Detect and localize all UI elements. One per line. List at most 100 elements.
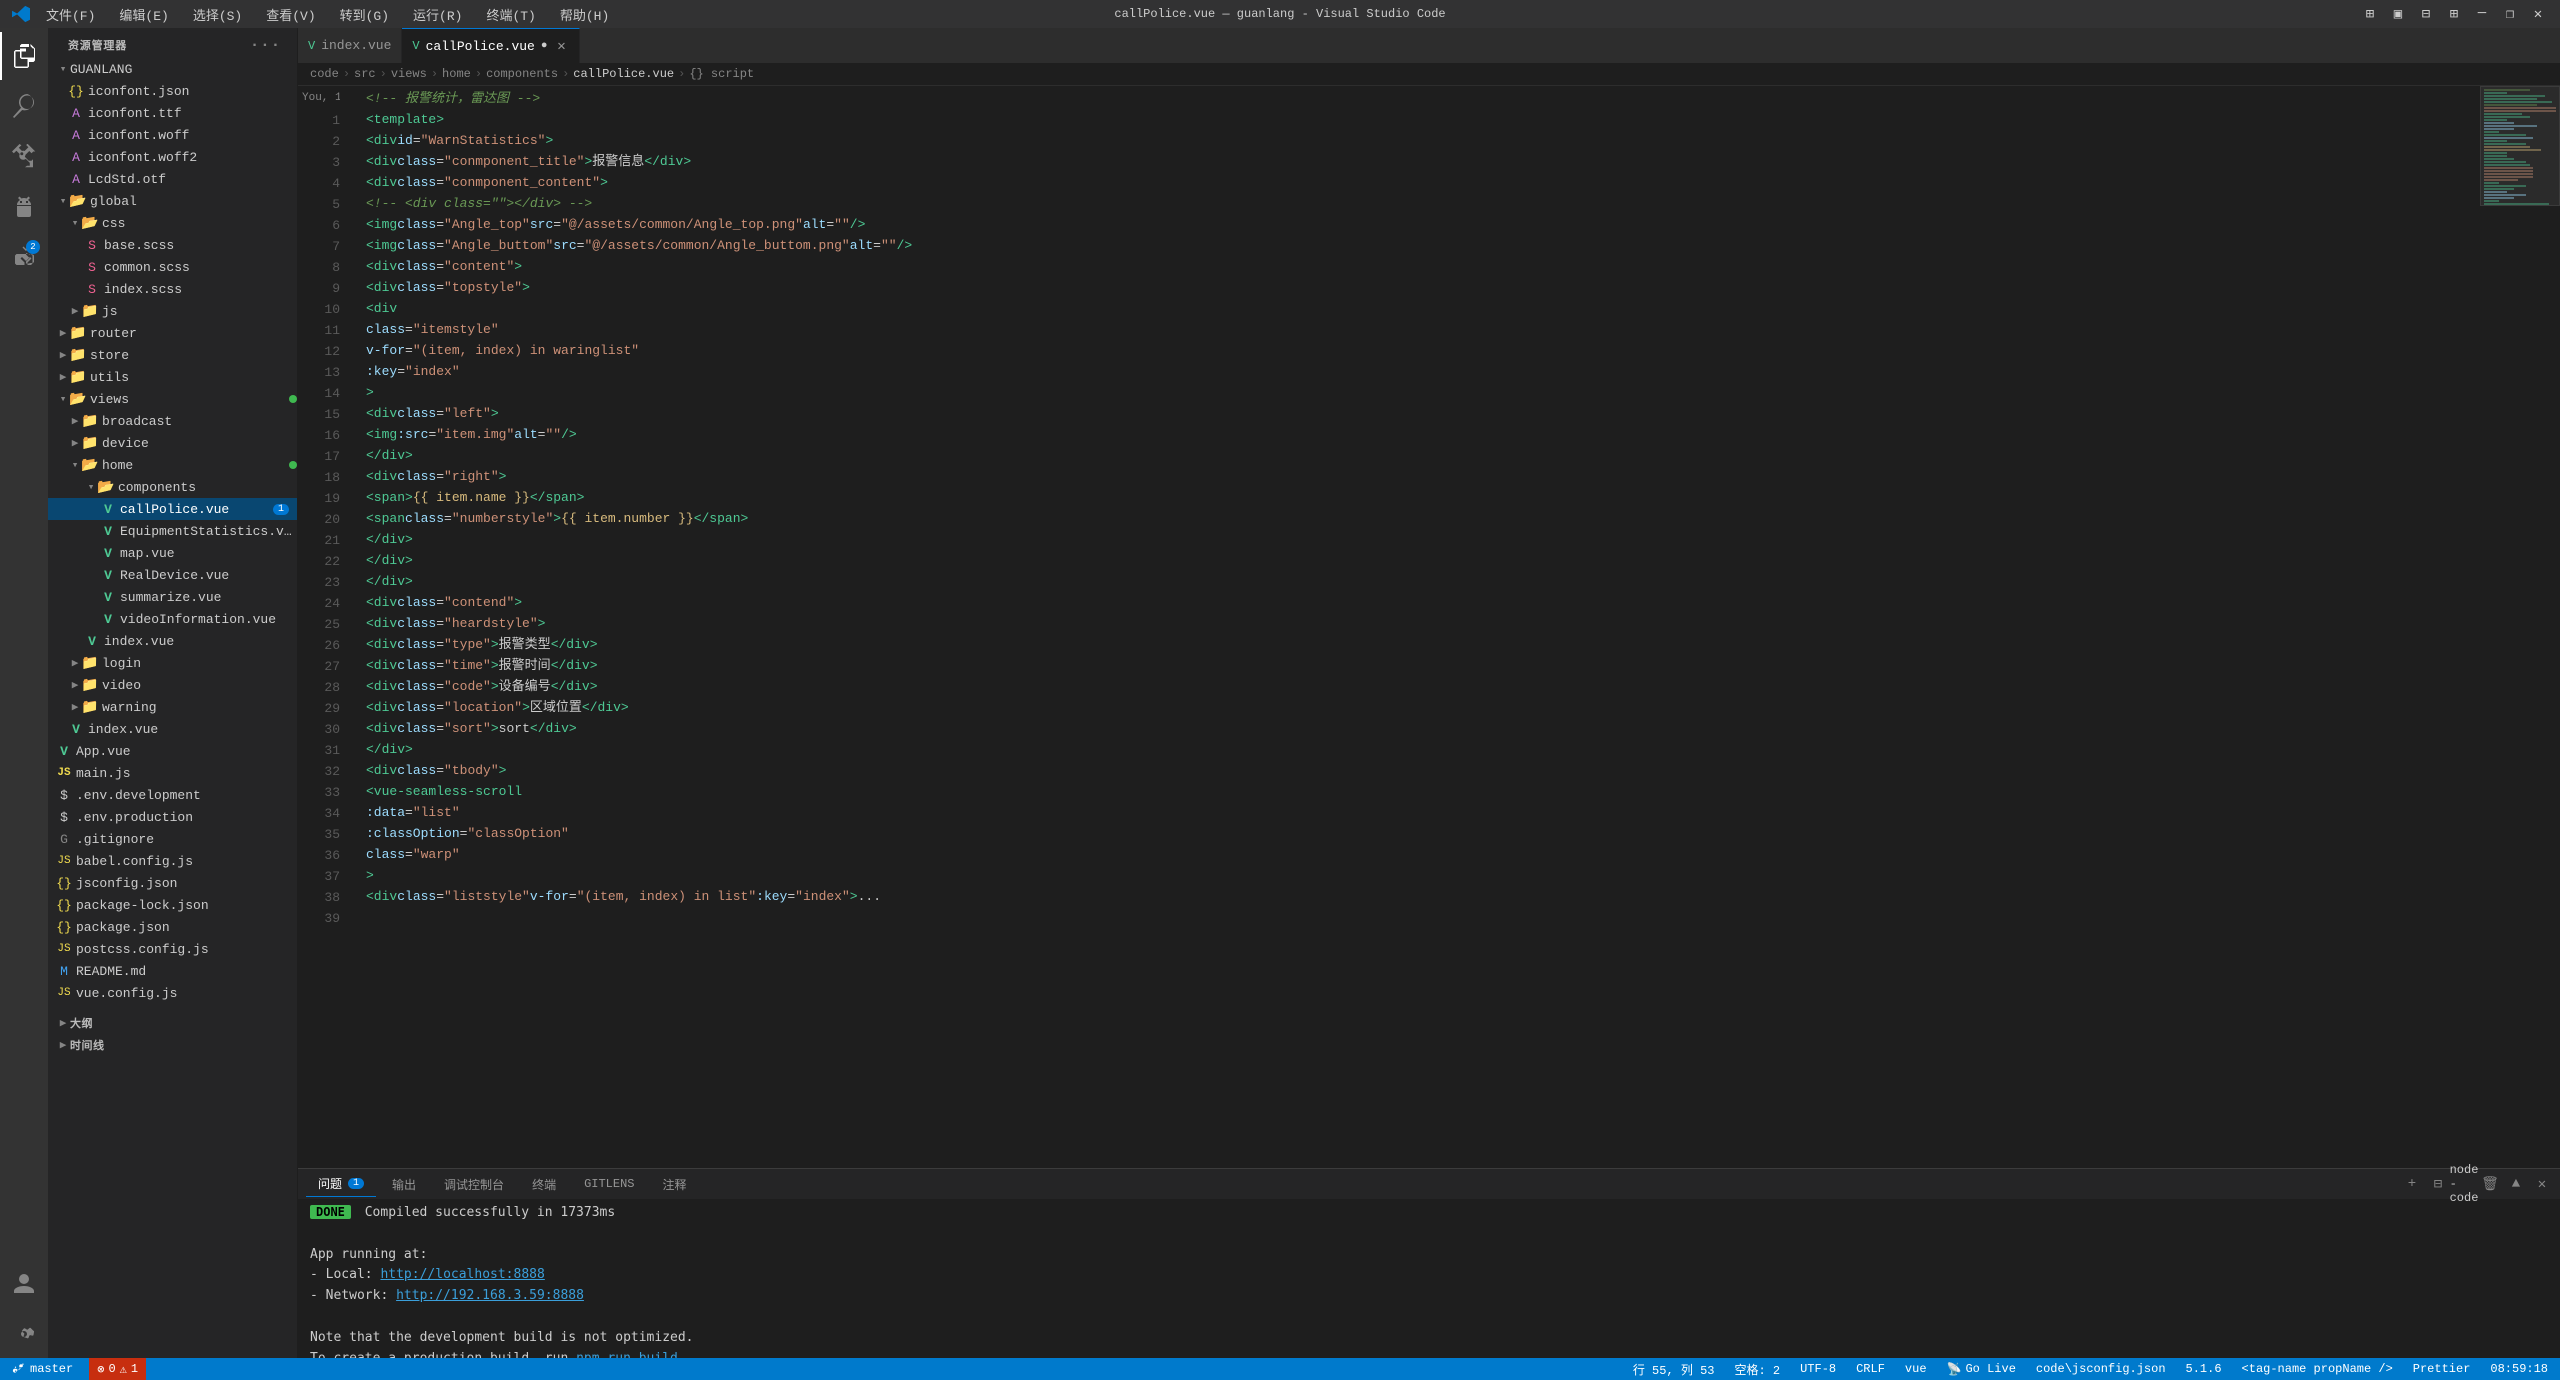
panel-add-button[interactable]: + (2402, 1174, 2422, 1194)
tree-item-app-vue[interactable]: V App.vue (48, 740, 297, 762)
breadcrumb-code[interactable]: code (310, 67, 339, 81)
menu-help[interactable]: 帮助(H) (552, 3, 617, 26)
activity-debug[interactable] (0, 182, 48, 230)
sidebar-more-button[interactable]: ··· (250, 36, 281, 54)
spaces-item[interactable]: 空格: 2 (1730, 1358, 1784, 1380)
tree-item-package-lock[interactable]: {} package-lock.json (48, 894, 297, 916)
tree-item-iconfont-woff[interactable]: A iconfont.woff (48, 124, 297, 146)
menu-file[interactable]: 文件(F) (38, 3, 103, 26)
layout4-icon[interactable]: ⊞ (2444, 4, 2464, 24)
tree-folder-css[interactable]: ▾ 📂 css (48, 212, 297, 234)
tree-folder-login[interactable]: ▶ 📁 login (48, 652, 297, 674)
tree-folder-router[interactable]: ▶ 📁 router (48, 322, 297, 344)
panel-tab-comments[interactable]: 注释 (651, 1172, 699, 1197)
tree-item-callpolice-vue[interactable]: V callPolice.vue 1 (48, 498, 297, 520)
tree-folder-global[interactable]: ▾ 📂 global (48, 190, 297, 212)
git-branch-item[interactable]: master (8, 1358, 77, 1380)
tree-item-iconfont-ttf[interactable]: A iconfont.ttf (48, 102, 297, 124)
tree-item-gitignore[interactable]: G .gitignore (48, 828, 297, 850)
panel-maximize-button[interactable]: ▲ (2506, 1174, 2526, 1194)
tree-root[interactable]: ▾ GUANLANG (48, 58, 297, 80)
tab-index-vue[interactable]: V index.vue (298, 28, 402, 63)
panel-content[interactable]: DONE Compiled successfully in 17373ms Ap… (298, 1199, 2560, 1358)
tree-folder-home[interactable]: ▾ 📂 home (48, 454, 297, 476)
tree-item-env-dev[interactable]: $ .env.development (48, 784, 297, 806)
tree-item-videoinformation-vue[interactable]: V videoInformation.vue (48, 608, 297, 630)
tree-item-jsconfig[interactable]: {} jsconfig.json (48, 872, 297, 894)
breadcrumb-views[interactable]: views (391, 67, 427, 81)
panel-tab-gitlens[interactable]: GITLENS (572, 1173, 646, 1195)
tree-item-equipmentstatistics-vue[interactable]: V EquipmentStatistics.vue (48, 520, 297, 542)
tree-folder-components[interactable]: ▾ 📂 components (48, 476, 297, 498)
eslint-version[interactable]: 5.1.6 (2182, 1358, 2226, 1380)
jsconfig-item[interactable]: code\jsconfig.json (2032, 1358, 2170, 1380)
tree-item-realdevice-vue[interactable]: V RealDevice.vue (48, 564, 297, 586)
tree-folder-video[interactable]: ▶ 📁 video (48, 674, 297, 696)
menu-goto[interactable]: 转到(G) (332, 3, 397, 26)
tag-name-item[interactable]: <tag-name propName /> (2238, 1358, 2397, 1380)
tree-item-map-vue[interactable]: V map.vue (48, 542, 297, 564)
breadcrumb-section[interactable]: {} script (689, 67, 754, 81)
activity-extensions[interactable]: 2 (0, 232, 48, 280)
panel-tab-problems[interactable]: 问题 1 (306, 1171, 376, 1197)
breadcrumb-components[interactable]: components (486, 67, 558, 81)
tree-item-main-js[interactable]: JS main.js (48, 762, 297, 784)
layout3-icon[interactable]: ⊟ (2416, 4, 2436, 24)
panel-tab-debug[interactable]: 调试控制台 (432, 1172, 516, 1197)
panel-tab-terminal[interactable]: 终端 (520, 1172, 568, 1197)
tree-item-lcdstd[interactable]: A LcdStd.otf (48, 168, 297, 190)
build-command[interactable]: npm run build (576, 1351, 678, 1358)
close-button[interactable]: ✕ (2528, 4, 2548, 24)
layout2-icon[interactable]: ▣ (2388, 4, 2408, 24)
tree-item-common-scss[interactable]: S common.scss (48, 256, 297, 278)
tree-item-index-vue-views[interactable]: V index.vue (48, 718, 297, 740)
tree-folder-js[interactable]: ▶ 📁 js (48, 300, 297, 322)
tree-folder-utils[interactable]: ▶ 📁 utils (48, 366, 297, 388)
panel-close-button[interactable]: ✕ (2532, 1174, 2552, 1194)
tree-folder-device[interactable]: ▶ 📁 device (48, 432, 297, 454)
breadcrumb-file[interactable]: callPolice.vue (573, 67, 674, 81)
language-item[interactable]: vue (1901, 1358, 1931, 1380)
breadcrumb-home[interactable]: home (442, 67, 471, 81)
code-editor[interactable]: <!-- 报警统计，雷达图 --> <template> <div id="Wa… (350, 86, 2480, 1168)
line-ending-item[interactable]: CRLF (1852, 1358, 1889, 1380)
tree-item-iconfont-woff2[interactable]: A iconfont.woff2 (48, 146, 297, 168)
restore-button[interactable]: ❐ (2500, 4, 2520, 24)
tree-item-babel[interactable]: JS babel.config.js (48, 850, 297, 872)
tree-item-summarize-vue[interactable]: V summarize.vue (48, 586, 297, 608)
menu-edit[interactable]: 编辑(E) (111, 3, 176, 26)
menu-select[interactable]: 选择(S) (185, 3, 250, 26)
tree-item-index-vue-home[interactable]: V index.vue (48, 630, 297, 652)
panel-split-button[interactable]: ⊟ (2428, 1174, 2448, 1194)
layout-icon[interactable]: ⊞ (2360, 4, 2380, 24)
tree-folder-broadcast[interactable]: ▶ 📁 broadcast (48, 410, 297, 432)
tree-item-package-json[interactable]: {} package.json (48, 916, 297, 938)
activity-account[interactable] (0, 1260, 48, 1308)
prettier-item[interactable]: Prettier (2409, 1358, 2475, 1380)
menu-view[interactable]: 查看(V) (258, 3, 323, 26)
tree-item-readme[interactable]: M README.md (48, 960, 297, 982)
tree-item-base-scss[interactable]: S base.scss (48, 234, 297, 256)
activity-explorer[interactable] (0, 32, 48, 80)
errors-item[interactable]: ⊗ 0 ⚠ 1 (89, 1358, 146, 1380)
tree-item-iconfont-json[interactable]: {} iconfont.json (48, 80, 297, 102)
tab-close-button[interactable]: ✕ (553, 38, 569, 54)
tree-folder-warning[interactable]: ▶ 📁 warning (48, 696, 297, 718)
menu-terminal[interactable]: 终端(T) (478, 3, 543, 26)
tree-item-postcss[interactable]: JS postcss.config.js (48, 938, 297, 960)
panel-tab-output[interactable]: 输出 (380, 1172, 428, 1197)
activity-search[interactable] (0, 82, 48, 130)
tree-folder-store[interactable]: ▶ 📁 store (48, 344, 297, 366)
cursor-position[interactable]: 行 55, 列 53 (1629, 1358, 1719, 1380)
activity-settings[interactable] (0, 1310, 48, 1358)
breadcrumb-src[interactable]: src (354, 67, 376, 81)
go-live-item[interactable]: 📡 Go Live (1943, 1358, 2020, 1380)
tree-section-timeline[interactable]: ▶ 时间线 (48, 1034, 297, 1056)
tree-section-outline[interactable]: ▶ 大纲 (48, 1012, 297, 1034)
tab-callpolice-vue[interactable]: V callPolice.vue ● ✕ (402, 28, 580, 63)
local-url[interactable]: http://localhost:8888 (380, 1267, 544, 1282)
tree-item-index-scss[interactable]: S index.scss (48, 278, 297, 300)
menu-run[interactable]: 运行(R) (405, 3, 470, 26)
tree-item-env-prod[interactable]: $ .env.production (48, 806, 297, 828)
panel-trash-button[interactable]: 🗑 (2480, 1174, 2500, 1194)
